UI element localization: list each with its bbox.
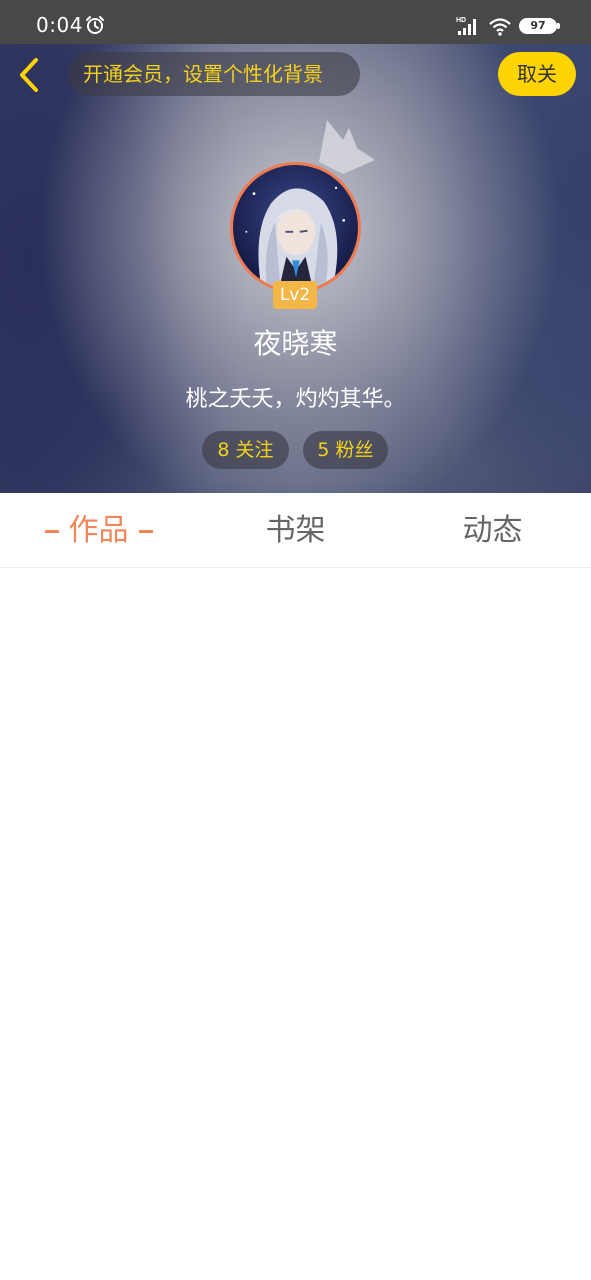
vip-background-banner[interactable]: 开通会员，设置个性化背景 <box>68 52 360 96</box>
signal-icon: HD <box>456 17 476 35</box>
battery-icon: 97 <box>519 18 557 34</box>
tab-label: 动态 <box>462 513 523 548</box>
status-bar: 0:04 HD 97 <box>0 0 591 44</box>
following-count[interactable]: 8 关注 <box>202 431 289 469</box>
bio: 桃之夭夭，灼灼其华。 <box>185 387 406 412</box>
tab-active-indicator-left <box>44 530 59 533</box>
alarm-icon <box>86 16 104 34</box>
status-time: 0:04 <box>36 13 83 37</box>
profile-tabs: 作品 书架 动态 <box>0 493 591 568</box>
avatar[interactable] <box>230 162 361 293</box>
tab-label: 书架 <box>265 513 326 548</box>
profile-header: 0:04 HD 97 开通会员，设置个性化背景 取关 Lv2 夜晓寒 桃之夭夭，… <box>0 0 591 493</box>
tab-bookshelf[interactable]: 书架 <box>197 493 394 568</box>
wifi-icon <box>489 18 511 36</box>
tab-activity[interactable]: 动态 <box>394 493 591 568</box>
followers-count[interactable]: 5 粉丝 <box>303 431 388 469</box>
tab-works[interactable]: 作品 <box>0 493 197 568</box>
level-badge: Lv2 <box>273 281 317 309</box>
avatar-container[interactable] <box>230 162 361 293</box>
svg-text:HD: HD <box>456 17 466 24</box>
tab-content-area <box>0 568 591 1280</box>
back-arrow-icon[interactable] <box>14 56 44 94</box>
username: 夜晓寒 <box>253 327 338 360</box>
battery-tip <box>557 23 560 29</box>
unfollow-button[interactable]: 取关 <box>498 52 576 96</box>
tab-active-indicator-right <box>138 530 153 533</box>
tab-label: 作品 <box>68 513 129 548</box>
